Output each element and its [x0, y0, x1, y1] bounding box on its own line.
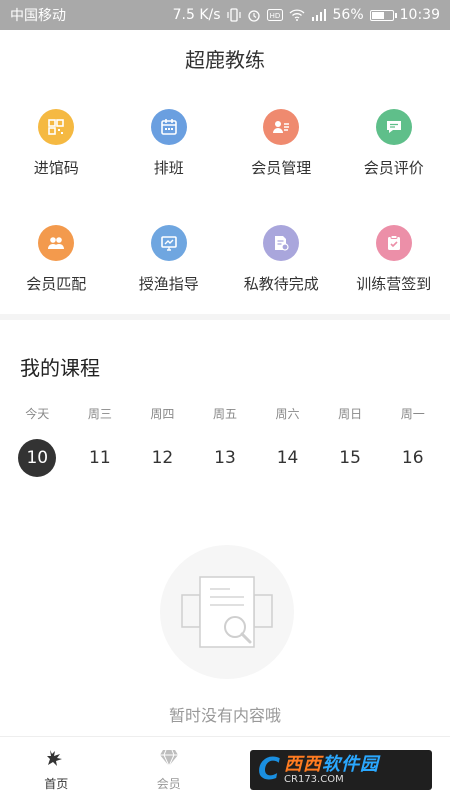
day-item[interactable]: 周日 15 — [319, 405, 382, 477]
comment-icon — [375, 109, 412, 145]
watermark-title: 西西软件园 — [284, 755, 379, 775]
nav-label: 会员 — [156, 777, 181, 791]
day-number: 11 — [89, 448, 111, 468]
section-divider — [0, 314, 450, 320]
empty-state-text: 暂时没有内容哦 — [168, 706, 281, 725]
action-label: 进馆码 — [33, 159, 79, 177]
watermark-title-rest: 软件园 — [322, 754, 380, 776]
my-courses-title: 我的课程 — [20, 356, 100, 380]
wifi-icon — [289, 9, 305, 21]
check-in-icon — [375, 225, 412, 261]
guide-board-icon — [150, 225, 187, 261]
battery-icon — [369, 9, 397, 21]
day-item[interactable]: 周一 16 — [381, 405, 444, 477]
day-number: 15 — [339, 448, 361, 468]
page-title: 超鹿教练 — [185, 48, 265, 72]
day-item[interactable]: 周三 11 — [69, 405, 132, 477]
day-item[interactable]: 周五 13 — [194, 405, 257, 477]
week-selector: 今天 10 周三 11 周四 12 周五 13 周六 14 周日 15 周一 1… — [6, 405, 444, 477]
day-label: 周日 — [338, 407, 363, 421]
members-match-icon — [38, 225, 75, 261]
day-number: 13 — [214, 448, 236, 468]
svg-text:HD: HD — [269, 12, 280, 20]
battery-percent: 56% — [332, 7, 364, 23]
deer-home-icon — [46, 747, 66, 769]
status-bar-right: 7.5 K/s HD 56% 10:39 — [173, 7, 440, 23]
calendar-icon — [150, 109, 187, 145]
action-schedule[interactable]: 排班 — [113, 100, 226, 216]
diamond-icon — [159, 747, 179, 769]
action-label: 排班 — [153, 159, 184, 177]
quick-actions-grid: 进馆码 排班 会员管理 会员评价 会员匹配 授渔指导 私教待完成 训练营签到 — [0, 100, 450, 332]
action-member-management[interactable]: 会员管理 — [225, 100, 338, 216]
signal-icon — [311, 9, 327, 21]
nav-home[interactable]: 首页 — [0, 737, 113, 800]
network-speed: 7.5 K/s — [172, 7, 221, 23]
vibrate-icon — [226, 8, 241, 22]
watermark-url: CR173.COM — [284, 773, 344, 785]
day-label: 周四 — [150, 407, 175, 421]
action-label: 训练营签到 — [356, 275, 432, 293]
action-entry-code[interactable]: 进馆码 — [0, 100, 113, 216]
carrier-name: 中国移动 — [10, 8, 66, 24]
day-label: 周一 — [400, 407, 425, 421]
day-number: 14 — [276, 448, 299, 468]
pending-doc-icon — [263, 225, 300, 261]
day-number: 10 — [18, 439, 57, 477]
action-member-review[interactable]: 会员评价 — [338, 100, 450, 216]
member-list-icon — [263, 109, 300, 145]
alarm-icon — [247, 8, 261, 22]
watermark-c-mark: C — [258, 752, 281, 787]
day-item[interactable]: 周四 12 — [131, 405, 194, 477]
clock: 10:39 — [399, 7, 440, 23]
action-label: 会员匹配 — [26, 275, 87, 293]
action-label: 会员评价 — [363, 159, 424, 177]
hd-icon: HD — [266, 9, 283, 21]
watermark-text: 西西软件园 CR173.COM — [284, 755, 379, 785]
day-item[interactable]: 周六 14 — [256, 405, 319, 477]
status-bar: 中国移动 7.5 K/s HD 56% 10:39 — [0, 0, 450, 30]
day-number: 16 — [401, 448, 424, 468]
day-label: 周三 — [87, 407, 112, 421]
qr-code-icon — [38, 109, 75, 145]
action-label: 会员管理 — [251, 159, 312, 177]
empty-state-illustration — [160, 545, 294, 679]
nav-label: 首页 — [44, 777, 69, 791]
battery-fill — [371, 11, 384, 19]
action-label: 私教待完成 — [243, 275, 319, 293]
day-item[interactable]: 今天 10 — [6, 405, 69, 477]
action-label: 授渔指导 — [138, 275, 199, 293]
day-label: 周五 — [212, 407, 237, 421]
watermark-title-highlight: 西西 — [284, 754, 323, 776]
day-number: 12 — [151, 448, 174, 468]
watermark-logo: C 西西软件园 CR173.COM — [250, 750, 432, 790]
day-label: 周六 — [275, 407, 300, 421]
nav-members[interactable]: 会员 — [113, 737, 226, 800]
day-label: 今天 — [25, 407, 50, 421]
